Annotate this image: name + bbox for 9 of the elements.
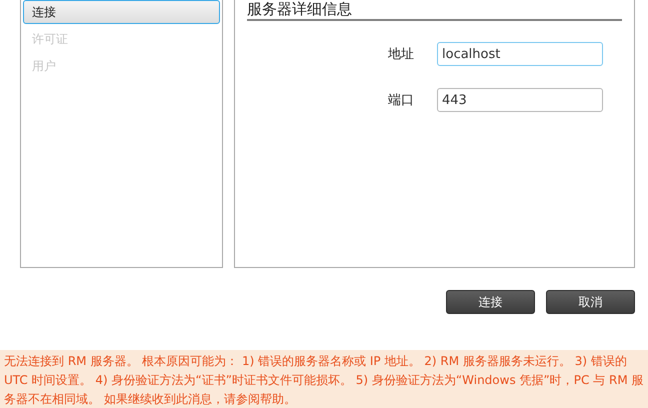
field-label: 端口 bbox=[388, 92, 415, 109]
field-label: 地址 bbox=[388, 46, 415, 63]
error-message: 无法连接到 RM 服务器。 根本原因可能为： 1) 错误的服务器名称或 IP 地址。 2) RM 服务器服务未运行。 3) 错误的 UTC 时间设置。 4) 身份验证方法为“证书”时证书文件可能损坏。 5) 身份验证方法为“Windows 凭据”时，PC 与 RM 服务器不在相同域。 如果继续收到此消息，请参阅帮助。 bbox=[0, 350, 648, 408]
sidebar-item[interactable]: 连接 bbox=[23, 0, 220, 24]
connect-button[interactable]: 连接 bbox=[446, 290, 535, 314]
cancel-button[interactable]: 取消 bbox=[546, 290, 635, 314]
input-field[interactable]: 443 bbox=[437, 88, 603, 112]
input-field[interactable]: localhost bbox=[437, 42, 603, 66]
section-title: 服务器详细信息 bbox=[247, 0, 622, 21]
